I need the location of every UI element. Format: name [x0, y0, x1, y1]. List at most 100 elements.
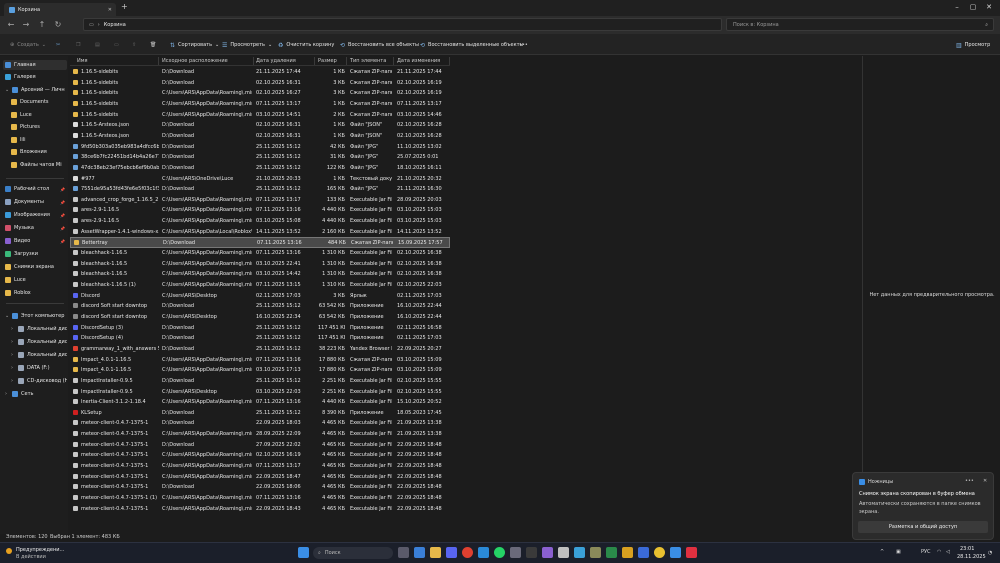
- app-icon-5[interactable]: [558, 547, 569, 558]
- markup-share-button[interactable]: Разметка и общий доступ: [858, 521, 988, 533]
- table-row[interactable]: 1.16.5-sidebits D:\Download 02.10.2025 16:…: [70, 78, 450, 89]
- table-row[interactable]: KLSetup D:\Download 25.11.2025 15:12 8 390 …: [70, 408, 450, 419]
- tray-chevron-icon[interactable]: ^: [880, 549, 884, 555]
- column-name[interactable]: Имя: [77, 58, 88, 64]
- table-row[interactable]: advanced_crop_forge_1.16.5_2.7.8C:\Users…: [70, 195, 450, 206]
- sidebar-item[interactable]: Pictures: [3, 122, 67, 132]
- task-view-icon[interactable]: [398, 547, 409, 558]
- preview-button[interactable]: ▥ Просмотр: [956, 40, 990, 50]
- app-icon-9[interactable]: [638, 547, 649, 558]
- paste-icon[interactable]: ▤: [95, 40, 100, 50]
- table-row[interactable]: 9fd50b303a035eb983a4dfcc6b3a999D:\Downlo…: [70, 142, 450, 153]
- tray-app-icon[interactable]: ▣: [896, 549, 901, 555]
- sort-button[interactable]: ⇅ Сортировать ⌄: [170, 40, 219, 50]
- table-row[interactable]: 1.16.5-Arsteos.json D:\Download 02.10.2025…: [70, 131, 450, 142]
- telegram-icon[interactable]: [478, 547, 489, 558]
- app-icon-8[interactable]: [622, 547, 633, 558]
- sidebar-item[interactable]: Снимки экрана: [3, 262, 67, 272]
- wifi-icon[interactable]: ◠: [937, 549, 941, 555]
- forward-icon[interactable]: →: [20, 18, 32, 31]
- app-icon-2[interactable]: [510, 547, 521, 558]
- table-row[interactable]: 1.16.5-sidebits C:\Users\ARS\AppData\Roam…: [70, 88, 450, 99]
- column-modified[interactable]: Дата изменения: [397, 58, 440, 64]
- breadcrumb[interactable]: Корзина: [104, 22, 126, 28]
- restore-all-button[interactable]: ⟲ Восстановить все объекты: [340, 40, 419, 50]
- table-row[interactable]: meteor-client-0.4.7-1375-1 C:\Users\ARS\A…: [70, 461, 450, 472]
- sidebar-item[interactable]: Изображения 📌: [3, 210, 67, 220]
- minimize-icon[interactable]: –: [950, 2, 964, 13]
- chevron-icon[interactable]: ›: [11, 339, 15, 345]
- table-row[interactable]: Bettertray D:\Download 07.11.2025 13:16 484…: [70, 237, 450, 248]
- sidebar-item[interactable]: Roblox: [3, 288, 67, 298]
- app-icon-3[interactable]: [526, 547, 537, 558]
- sidebar-item[interactable]: Музыка 📌: [3, 223, 67, 233]
- sidebar-item[interactable]: › DATA (F:): [3, 363, 67, 373]
- sidebar-item[interactable]: Luce: [3, 275, 67, 285]
- sidebar-item[interactable]: Галерея: [3, 72, 67, 82]
- sidebar-item[interactable]: Documents: [3, 97, 67, 107]
- notification-close-icon[interactable]: ✕: [983, 478, 987, 484]
- sidebar-item[interactable]: › Локальный диск: [3, 324, 67, 334]
- table-row[interactable]: meteor-client-0.4.7-1375-1 C:\Users\ARS\A…: [70, 450, 450, 461]
- table-row[interactable]: bleachhack-1.16.5 C:\Users\ARS\AppData\Ro…: [70, 248, 450, 259]
- table-row[interactable]: meteor-client-0.4.7-1375-1 C:\Users\ARS\A…: [70, 429, 450, 440]
- cut-icon[interactable]: ✂: [56, 40, 60, 50]
- table-row[interactable]: DiscordSetup (4) D:\Download 25.11.2025 15…: [70, 333, 450, 344]
- app-icon-6[interactable]: [574, 547, 585, 558]
- delete-icon[interactable]: 🗑: [150, 40, 156, 50]
- table-row[interactable]: discord Soft start downtop C:\Users\ARS\D…: [70, 312, 450, 323]
- chevron-icon[interactable]: ›: [11, 326, 15, 332]
- sidebar-item[interactable]: › Локальный диск: [3, 350, 67, 360]
- table-row[interactable]: meteor-client-0.4.7-1375-1 C:\Users\ARS\A…: [70, 504, 450, 515]
- table-row[interactable]: Impact_4.0.1-1.16.5 C:\Users\ARS\AppData\…: [70, 355, 450, 366]
- table-row[interactable]: ares-2.9-1.16.5 C:\Users\ARS\AppData\Roam…: [70, 205, 450, 216]
- table-row[interactable]: ImpactInstaller-0.9.5 D:\Download 25.11.20…: [70, 376, 450, 387]
- weather-alert-icon[interactable]: [6, 548, 12, 554]
- table-row[interactable]: 1.16.5-sidebits C:\Users\ARS\AppData\Roam…: [70, 110, 450, 121]
- yandex-icon[interactable]: [462, 547, 473, 558]
- address-bar[interactable]: ▭ › Корзина: [83, 18, 722, 31]
- table-row[interactable]: meteor-client-0.4.7-1375-1 D:\Download 22.…: [70, 418, 450, 429]
- restore-selected-button[interactable]: ⟲ Восстановить выделенные объекты: [420, 40, 523, 50]
- start-icon[interactable]: [298, 547, 309, 558]
- close-tab-icon[interactable]: ✕: [108, 7, 112, 13]
- sidebar-item[interactable]: › Сеть: [3, 389, 67, 399]
- table-row[interactable]: Impact_4.0.1-1.16.5 C:\Users\ARS\AppData\…: [70, 365, 450, 376]
- new-tab-icon[interactable]: +: [121, 2, 128, 11]
- sidebar-item[interactable]: Документы 📌: [3, 197, 67, 207]
- app-icon-7[interactable]: [606, 547, 617, 558]
- table-row[interactable]: 1.16.5-sidebits D:\Download 21.11.2025 17:…: [70, 67, 450, 78]
- rename-icon[interactable]: ▭: [114, 40, 119, 50]
- whatsapp-icon[interactable]: [494, 547, 505, 558]
- table-row[interactable]: meteor-client-0.4.7-1375-1 D:\Download 22.…: [70, 482, 450, 493]
- table-row[interactable]: 1.16.5-Arsteos.json D:\Download 02.10.2025…: [70, 120, 450, 131]
- column-location[interactable]: Исходное расположение: [162, 58, 228, 64]
- sidebar-item[interactable]: Вложения: [3, 147, 67, 157]
- sidebar-item[interactable]: › CD-дисковод (H:: [3, 376, 67, 386]
- language-indicator[interactable]: РУС: [921, 549, 931, 555]
- sidebar-item[interactable]: ⌄ Арсений — Личн: [3, 85, 67, 95]
- app-icon-10[interactable]: [670, 547, 681, 558]
- clock-date[interactable]: 28.11.2025: [957, 554, 986, 560]
- sidebar-item[interactable]: lili: [3, 135, 67, 145]
- app-icon-1[interactable]: [414, 547, 425, 558]
- table-row[interactable]: bleachhack-1.16.5 (1) C:\Users\ARS\AppDat…: [70, 280, 450, 291]
- table-row[interactable]: ImpactInstaller-0.9.5 C:\Users\ARS\Deskto…: [70, 387, 450, 398]
- chevron-icon[interactable]: ›: [11, 365, 15, 371]
- volume-icon[interactable]: ◁: [946, 549, 950, 555]
- sidebar-item[interactable]: Загрузки: [3, 249, 67, 259]
- close-window-icon[interactable]: ✕: [982, 2, 996, 13]
- chevron-icon[interactable]: ›: [5, 391, 9, 397]
- table-row[interactable]: meteor-client-0.4.7-1375-1 C:\Users\ARS\A…: [70, 472, 450, 483]
- view-button[interactable]: ☰ Просмотреть ⌄: [222, 40, 272, 50]
- app-icon-4[interactable]: [542, 547, 553, 558]
- sidebar-item[interactable]: Файлы чатов Mi: [3, 160, 67, 170]
- table-row[interactable]: Inertia-Client-3.1.2-1.18.4 C:\Users\ARS\…: [70, 397, 450, 408]
- table-row[interactable]: bleachhack-1.16.5 C:\Users\ARS\AppData\Ro…: [70, 269, 450, 280]
- table-row[interactable]: 7551de95a53fd43fe6e5f03c1f3e9f92D:\Downl…: [70, 184, 450, 195]
- column-size[interactable]: Размер: [318, 58, 337, 64]
- empty-recycle-bin-button[interactable]: ♻ Очистить корзину: [278, 40, 334, 50]
- table-row[interactable]: 47dc38eb23ef75ebcb6ef9b0ab89d10D:\Downlo…: [70, 163, 450, 174]
- copy-icon[interactable]: ❐: [76, 40, 80, 50]
- search-input[interactable]: Поиск в: Корзина ⌕: [726, 18, 994, 31]
